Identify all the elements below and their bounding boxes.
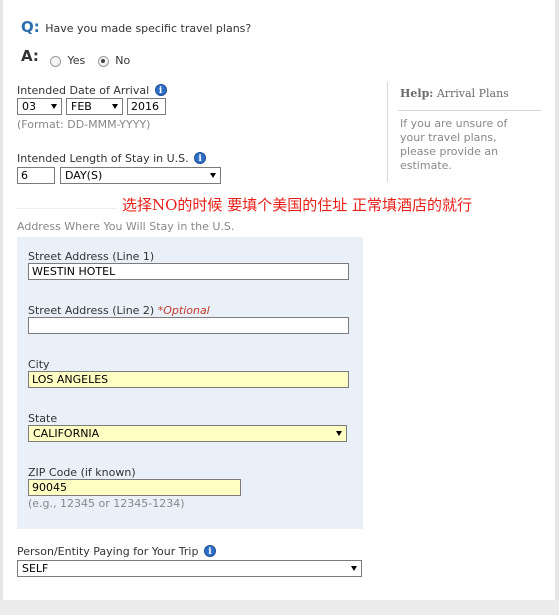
help-title-bold: Help: xyxy=(400,87,434,100)
help-title-rest: Arrival Plans xyxy=(433,87,509,100)
street1-input[interactable]: WESTIN HOTEL xyxy=(28,263,349,280)
info-icon[interactable]: i xyxy=(194,152,207,164)
left-frame xyxy=(0,0,3,615)
arrival-year-input[interactable]: 2016 xyxy=(127,98,166,115)
stay-length-input[interactable]: 6 xyxy=(17,167,55,184)
right-frame xyxy=(555,0,559,615)
help-text: If you are unsure of your travel plans, … xyxy=(400,117,508,172)
stay-label: Intended Length of Stay in U.S. xyxy=(17,152,189,165)
question-row: Q: Have you made specific travel plans? xyxy=(21,18,251,36)
city-label: City xyxy=(28,358,50,371)
chevron-down-icon xyxy=(51,104,57,109)
arrival-format-hint: (Format: DD-MMM-YYYY) xyxy=(17,118,151,131)
answer-options: Yes No xyxy=(50,54,130,67)
state-value: CALIFORNIA xyxy=(33,427,100,440)
yes-radio-label[interactable]: Yes xyxy=(68,54,86,67)
chevron-down-icon xyxy=(336,431,342,436)
no-radio-label[interactable]: No xyxy=(115,54,130,67)
question-text: Have you made specific travel plans? xyxy=(45,22,252,35)
answer-letter: A: xyxy=(21,47,39,65)
yes-radio[interactable] xyxy=(50,55,61,67)
arrival-month-value: FEB xyxy=(71,100,92,113)
question-letter: Q: xyxy=(21,18,40,36)
arrival-day-value: 03 xyxy=(22,100,36,113)
arrival-label-row: Intended Date of Arrival i xyxy=(17,84,167,97)
stay-unit-select[interactable]: DAY(S) xyxy=(60,167,221,184)
state-select[interactable]: CALIFORNIA xyxy=(28,425,347,442)
chevron-down-icon xyxy=(351,566,357,571)
annotation-text: 选择NO的时候 要填个美国的住址 正常填酒店的就行 xyxy=(122,196,472,214)
help-divider xyxy=(398,110,541,111)
arrival-month-select[interactable]: FEB xyxy=(66,98,123,115)
street2-input[interactable] xyxy=(28,317,349,334)
zip-input[interactable]: 90045 xyxy=(28,479,241,496)
answer-row: A: xyxy=(21,47,39,65)
info-icon[interactable]: i xyxy=(154,84,167,96)
chevron-down-icon xyxy=(112,104,118,109)
zip-label: ZIP Code (if known) xyxy=(28,466,136,479)
address-section-label: Address Where You Will Stay in the U.S. xyxy=(17,220,235,233)
arrival-label: Intended Date of Arrival xyxy=(17,84,150,97)
state-label: State xyxy=(28,412,58,425)
bottom-frame xyxy=(0,600,559,615)
stay-unit-value: DAY(S) xyxy=(65,169,103,182)
payer-label: Person/Entity Paying for Your Trip xyxy=(17,545,199,558)
city-input[interactable]: LOS ANGELES xyxy=(28,371,349,388)
help-panel: Help: Arrival Plans If you are unsure of… xyxy=(387,82,541,182)
stay-label-row: Intended Length of Stay in U.S. i xyxy=(17,152,207,165)
help-title: Help: Arrival Plans xyxy=(400,87,509,100)
street1-label: Street Address (Line 1) xyxy=(28,250,155,263)
zip-hint: (e.g., 12345 or 12345-1234) xyxy=(28,497,185,510)
payer-label-row: Person/Entity Paying for Your Trip i xyxy=(17,545,216,558)
street2-label-row: Street Address (Line 2) *Optional xyxy=(28,304,210,317)
payer-select[interactable]: SELF xyxy=(17,560,362,577)
payer-value: SELF xyxy=(22,562,49,575)
optional-marker: *Optional xyxy=(157,304,210,317)
chevron-down-icon xyxy=(210,173,216,178)
info-icon[interactable]: i xyxy=(203,545,216,557)
arrival-day-select[interactable]: 03 xyxy=(17,98,62,115)
section-divider xyxy=(17,208,117,209)
no-radio[interactable] xyxy=(97,55,109,67)
street2-label: Street Address (Line 2) xyxy=(28,304,155,317)
